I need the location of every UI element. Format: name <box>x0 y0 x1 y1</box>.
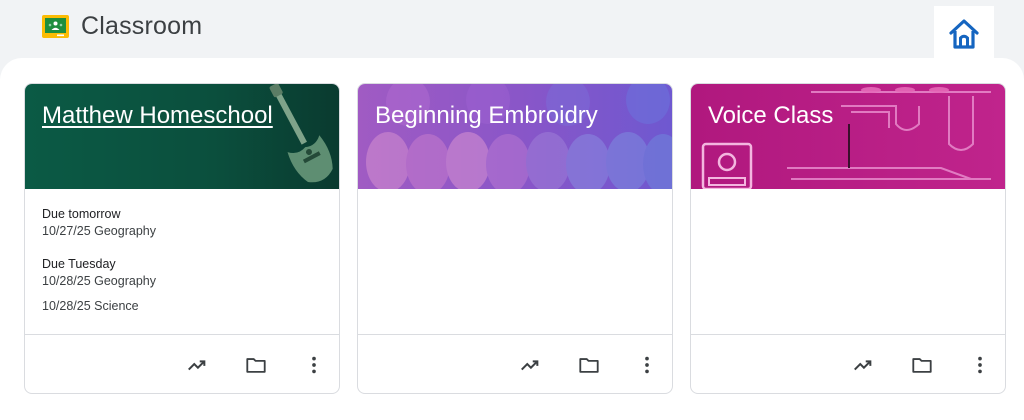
more-options-button[interactable] <box>968 353 992 377</box>
banner-guitar-illustration <box>25 84 339 189</box>
top-bar: Classroom <box>0 0 1024 62</box>
trending-up-icon <box>521 360 539 371</box>
card-banner[interactable]: Voice Class <box>691 84 1005 189</box>
banner-yarn-illustration <box>358 84 672 189</box>
gradebook-button[interactable] <box>851 353 875 377</box>
due-heading: Due tomorrow <box>42 207 121 221</box>
drive-folder-button[interactable] <box>577 353 601 377</box>
card-banner[interactable]: Matthew Homeschool <box>25 84 339 189</box>
card-banner[interactable]: Beginning Embroidry <box>358 84 672 189</box>
home-button[interactable] <box>934 6 994 62</box>
banner-stage-illustration <box>691 84 1005 189</box>
folder-icon <box>246 358 266 373</box>
more-vert-icon <box>312 356 316 374</box>
card-actions <box>25 334 339 393</box>
class-title[interactable]: Matthew Homeschool <box>42 102 273 130</box>
due-list <box>358 189 672 334</box>
gradebook-button[interactable] <box>185 353 209 377</box>
home-icon <box>949 19 979 49</box>
drive-folder-button[interactable] <box>910 353 934 377</box>
classroom-logo-icon[interactable] <box>42 15 69 38</box>
folder-icon <box>579 358 599 373</box>
due-list <box>691 189 1005 334</box>
class-title[interactable]: Beginning Embroidry <box>375 102 598 130</box>
class-card-beginning-embroidry[interactable]: Beginning Embroidry <box>357 83 673 394</box>
card-actions <box>691 334 1005 393</box>
trending-up-icon <box>854 360 872 371</box>
app-title: Classroom <box>81 12 203 40</box>
folder-icon <box>912 358 932 373</box>
class-card-voice-class[interactable]: Voice Class <box>690 83 1006 394</box>
assignment-link[interactable]: 10/27/25 Geography <box>42 224 156 238</box>
class-title[interactable]: Voice Class <box>708 102 833 130</box>
more-vert-icon <box>978 356 982 374</box>
due-list: Due tomorrow 10/27/25 Geography Due Tues… <box>25 189 339 334</box>
due-heading: Due Tuesday <box>42 257 116 271</box>
card-actions <box>358 334 672 393</box>
more-options-button[interactable] <box>302 353 326 377</box>
drive-folder-button[interactable] <box>244 353 268 377</box>
trending-up-icon <box>188 360 206 371</box>
class-card-matthew-homeschool[interactable]: Matthew Homeschool Due tomorrow 10/27/25… <box>24 83 340 394</box>
more-vert-icon <box>645 356 649 374</box>
assignment-link[interactable]: 10/28/25 Geography <box>42 274 156 288</box>
gradebook-button[interactable] <box>518 353 542 377</box>
assignment-link[interactable]: 10/28/25 Science <box>42 299 139 313</box>
more-options-button[interactable] <box>635 353 659 377</box>
